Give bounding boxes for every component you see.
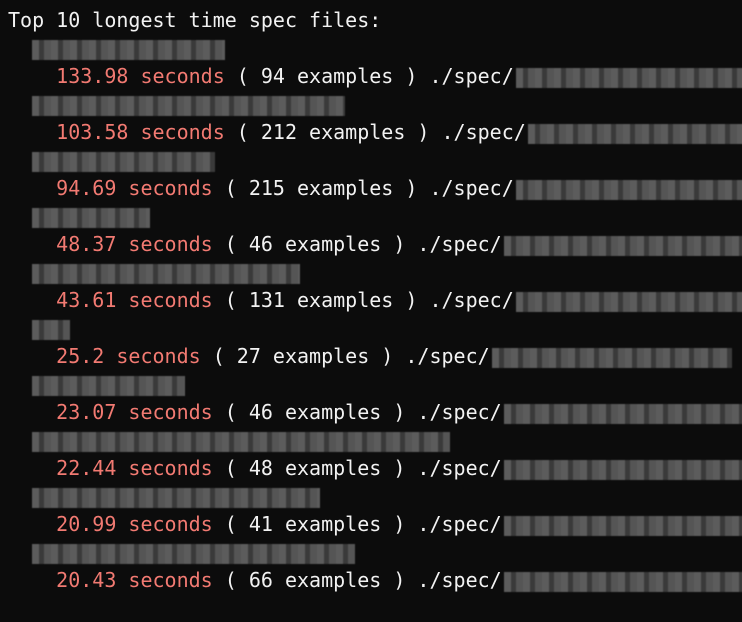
spec-entry: 133.98 seconds ( 94 examples ) ./spec/ xyxy=(8,62,742,90)
entry-details: ( 41 examples ) ./spec/ xyxy=(212,512,502,536)
redacted-continuation xyxy=(8,538,742,566)
redacted-text xyxy=(32,95,346,116)
redacted-path xyxy=(503,235,742,256)
entry-time: 133.98 seconds xyxy=(56,64,225,88)
entry-details: ( 94 examples ) ./spec/ xyxy=(224,64,514,88)
entry-details: ( 212 examples ) ./spec/ xyxy=(224,120,526,144)
spec-entry: 43.61 seconds ( 131 examples ) ./spec/ xyxy=(8,286,742,314)
entry-time: 103.58 seconds xyxy=(56,120,225,144)
redacted-continuation xyxy=(8,482,742,510)
redacted-text xyxy=(32,319,71,340)
redacted-text xyxy=(32,543,356,564)
redacted-path xyxy=(503,571,742,592)
redacted-continuation xyxy=(8,202,742,230)
redacted-path xyxy=(515,291,742,312)
redacted-text xyxy=(32,39,226,60)
entry-details: ( 46 examples ) ./spec/ xyxy=(212,232,502,256)
redacted-path xyxy=(503,403,742,424)
redacted-path xyxy=(503,515,742,536)
redacted-continuation xyxy=(8,594,742,622)
redacted-continuation xyxy=(8,90,742,118)
entry-time: 22.44 seconds xyxy=(56,456,213,480)
spec-entry: 94.69 seconds ( 215 examples ) ./spec/ xyxy=(8,174,742,202)
redacted-text xyxy=(32,431,451,452)
redacted-path xyxy=(503,459,742,480)
redacted-continuation xyxy=(8,370,742,398)
entry-time: 48.37 seconds xyxy=(56,232,213,256)
redacted-text xyxy=(32,207,151,228)
entry-time: 20.43 seconds xyxy=(56,568,213,592)
entry-details: ( 66 examples ) ./spec/ xyxy=(212,568,502,592)
terminal-output: Top 10 longest time spec files: 133.98 s… xyxy=(8,6,742,622)
redacted-text xyxy=(32,487,321,508)
entry-details: ( 215 examples ) ./spec/ xyxy=(212,176,514,200)
spec-entry: 20.99 seconds ( 41 examples ) ./spec/ xyxy=(8,510,742,538)
spec-entry: 22.44 seconds ( 48 examples ) ./spec/ xyxy=(8,454,742,482)
redacted-path xyxy=(515,179,742,200)
entry-time: 43.61 seconds xyxy=(56,288,213,312)
redacted-text xyxy=(32,375,186,396)
redacted-path xyxy=(527,123,742,144)
redacted-path xyxy=(491,347,732,368)
entry-details: ( 46 examples ) ./spec/ xyxy=(212,400,502,424)
redacted-continuation xyxy=(8,426,742,454)
entry-time: 94.69 seconds xyxy=(56,176,213,200)
spec-entry: 48.37 seconds ( 46 examples ) ./spec/ xyxy=(8,230,742,258)
redacted-continuation xyxy=(8,314,742,342)
heading: Top 10 longest time spec files: xyxy=(8,8,382,32)
entry-details: ( 131 examples ) ./spec/ xyxy=(212,288,514,312)
redacted-text xyxy=(32,263,301,284)
entry-details: ( 27 examples ) ./spec/ xyxy=(200,344,490,368)
entry-time: 20.99 seconds xyxy=(56,512,213,536)
redacted-continuation xyxy=(8,146,742,174)
entry-time: 25.2 seconds xyxy=(56,344,201,368)
spec-entry: 25.2 seconds ( 27 examples ) ./spec/ xyxy=(8,342,742,370)
redacted-group-line xyxy=(8,34,742,62)
entry-details: ( 48 examples ) ./spec/ xyxy=(212,456,502,480)
redacted-path xyxy=(515,67,742,88)
spec-entry: 103.58 seconds ( 212 examples ) ./spec/ xyxy=(8,118,742,146)
redacted-text xyxy=(32,151,216,172)
entry-time: 23.07 seconds xyxy=(56,400,213,424)
spec-entry: 20.43 seconds ( 66 examples ) ./spec/ xyxy=(8,566,742,594)
spec-entry: 23.07 seconds ( 46 examples ) ./spec/ xyxy=(8,398,742,426)
redacted-continuation xyxy=(8,258,742,286)
